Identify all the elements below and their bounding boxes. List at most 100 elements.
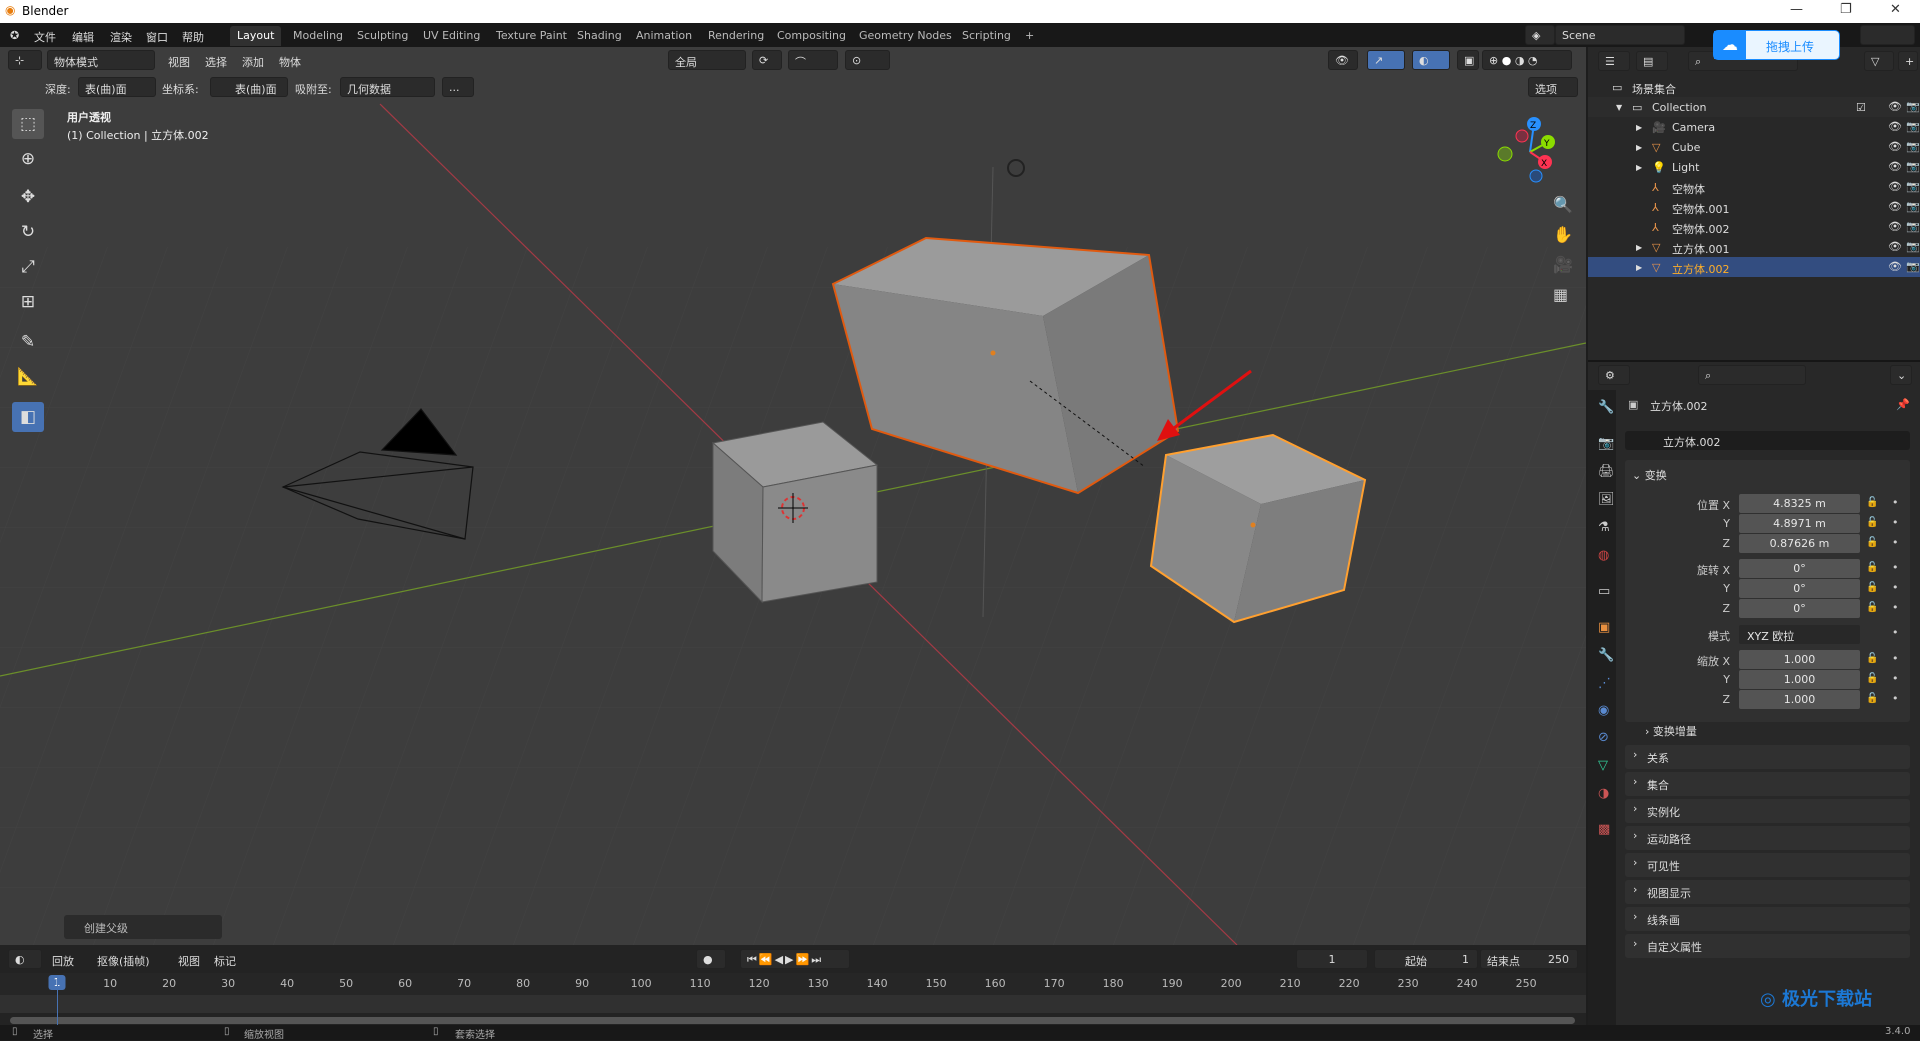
gizmo-z[interactable]: Z [1530,121,1536,131]
scene-name-field[interactable]: Scene [1555,25,1685,45]
render-icon[interactable]: 📷 [1906,260,1920,273]
expand-icon[interactable]: ▶ [1636,263,1642,272]
menu-help[interactable]: 帮助 [182,29,204,45]
shading-modes[interactable]: ⊕ ● ◑ ◔ [1482,50,1572,70]
tab-shading[interactable]: Shading [570,26,629,46]
zoom-view-icon[interactable]: 🔍 [1553,195,1573,214]
pin-icon[interactable]: 📌 [1896,398,1910,411]
output-props-icon[interactable]: 🖨 [1598,464,1615,479]
menu-render[interactable]: 渲染 [110,29,132,45]
render-icon[interactable]: 📷 [1906,180,1920,193]
render-icon[interactable]: 📷 [1906,240,1920,253]
render-icon[interactable]: 📷 [1906,220,1920,233]
select-box-tool-icon[interactable]: ⬚ [12,109,44,139]
lock-icon[interactable]: 🔓 [1866,602,1878,613]
keyframe-dot-icon[interactable]: • [1892,516,1899,529]
outliner-item[interactable]: ▶ 💡 Light 👁 📷 [1588,157,1920,177]
view-layer-field[interactable] [1860,25,1915,45]
lock-icon[interactable]: 🔓 [1866,517,1878,528]
keyframe-dot-icon[interactable]: • [1892,692,1899,705]
lock-icon[interactable]: 🔓 [1866,497,1878,508]
keyframe-dot-icon[interactable]: • [1892,626,1899,639]
material-props-icon[interactable]: ◑ [1598,786,1609,801]
rotate-tool-icon[interactable]: ↻ [12,217,44,247]
outliner-filter-mode-icon[interactable]: ▤ [1636,51,1668,71]
outliner-item[interactable]: ⅄ 空物体.002 👁 📷 [1588,217,1920,237]
maximize-button[interactable]: ❐ [1840,2,1852,17]
overlay-toggle-icon[interactable]: ◐ [1412,50,1450,70]
eye-icon[interactable]: 👁 [1888,260,1902,273]
delta-transform-subpanel[interactable]: › 变换增量 [1645,723,1697,739]
cursor-tool-icon[interactable]: ⊕ [12,144,44,174]
render-icon[interactable]: 📷 [1906,200,1920,213]
menu-keying[interactable]: 抠像(插帧) [97,953,150,969]
tab-modeling[interactable]: Modeling [286,26,350,46]
lock-icon[interactable]: 🔓 [1866,693,1878,704]
transform-tool-icon[interactable]: ⊞ [12,287,44,317]
object-props-icon[interactable]: ▣ [1598,620,1610,635]
tab-layout[interactable]: Layout [230,26,282,46]
physics-props-icon[interactable]: ◉ [1598,703,1609,718]
menu-playback[interactable]: 回放 [52,953,74,969]
editor-type-icon[interactable]: ⊹ [8,50,42,70]
number-field[interactable]: 0.87626 m [1739,534,1860,553]
texture-props-icon[interactable]: ▩ [1598,822,1610,837]
tab-scripting[interactable]: Scripting [955,26,1018,46]
outliner-display-icon[interactable]: ☰ [1598,51,1630,71]
eye-icon[interactable]: 👁 [1888,220,1902,233]
outliner-item[interactable]: ⅄ 空物体.001 👁 📷 [1588,197,1920,217]
add-workspace-button[interactable]: + [1018,26,1041,46]
coord-dropdown[interactable]: 表(曲)面 [210,77,288,97]
keyframe-dot-icon[interactable]: • [1892,536,1899,549]
number-field[interactable]: 4.8325 m [1739,494,1860,513]
rotation-mode-dropdown[interactable]: XYZ 欧拉 [1739,625,1860,644]
menu-object[interactable]: 物体 [279,54,301,70]
subpanel-2[interactable]: 实例化 [1625,799,1910,823]
keyframe-dot-icon[interactable]: • [1892,581,1899,594]
tab-compositing[interactable]: Compositing [770,26,853,46]
properties-editor-icon[interactable]: ⚙ [1598,365,1630,385]
eye-icon[interactable]: 👁 [1888,100,1902,113]
menu-marker[interactable]: 标记 [214,953,236,969]
keyframe-dot-icon[interactable]: • [1892,496,1899,509]
new-collection-icon[interactable]: + [1898,51,1918,71]
transform-header[interactable]: ⌄ 变换 [1632,467,1667,483]
tab-texture-paint[interactable]: Texture Paint [489,26,574,46]
render-icon[interactable]: 📷 [1906,120,1920,133]
scene-selector-icon[interactable]: ◈ [1525,25,1555,45]
expand-icon[interactable]: ▶ [1636,243,1642,252]
render-props-icon[interactable]: 📷 [1598,436,1614,451]
menu-timeline-view[interactable]: 视图 [178,953,200,969]
perspective-toggle-icon[interactable]: ▦ [1553,285,1568,304]
keyframe-dot-icon[interactable]: • [1892,601,1899,614]
lock-icon[interactable]: 🔓 [1866,562,1878,573]
eye-icon[interactable]: 👁 [1888,180,1902,193]
expand-icon[interactable]: ▶ [1636,163,1642,172]
number-field[interactable]: 0° [1739,599,1860,618]
number-field[interactable]: 1.000 [1739,670,1860,689]
eye-icon[interactable]: 👁 [1888,140,1902,153]
outliner-item[interactable]: ▶ 🎥 Camera 👁 📷 [1588,117,1920,137]
gizmo-x[interactable]: X [1541,159,1547,169]
particles-props-icon[interactable]: ⋰ [1598,676,1611,691]
world-props-icon[interactable]: ◍ [1598,548,1609,563]
annotate-tool-icon[interactable]: ✎ [12,327,44,357]
menu-window[interactable]: 窗口 [146,29,168,45]
minimize-button[interactable]: — [1790,2,1803,17]
keyframe-dot-icon[interactable]: • [1892,561,1899,574]
3d-viewport[interactable]: ⊹ 物体模式 视图 选择 添加 物体 全局 ⟳ ⌒ ⊙ 👁 ↗ ◐ ▣ ⊕ ● … [0,47,1586,945]
number-field[interactable]: 0° [1739,559,1860,578]
current-frame-field[interactable]: 1 [1296,949,1368,969]
keyframe-dot-icon[interactable]: • [1892,672,1899,685]
timeline-scrollbar[interactable] [10,1017,1575,1024]
menu-add[interactable]: 添加 [242,54,264,70]
add-cube-tool-icon[interactable]: ◧ [12,402,44,432]
menu-view[interactable]: 视图 [168,54,190,70]
outliner-item[interactable]: ⅄ 空物体 👁 📷 [1588,177,1920,197]
viewport-scene[interactable] [0,47,1586,945]
outliner-scene-collection[interactable]: ▭ 场景集合 [1588,77,1920,97]
data-props-icon[interactable]: ▽ [1598,758,1608,773]
auto-keying-button[interactable]: ● [696,949,726,969]
number-field[interactable]: 1.000 [1739,650,1860,669]
xray-icon[interactable]: ▣ [1457,50,1479,70]
